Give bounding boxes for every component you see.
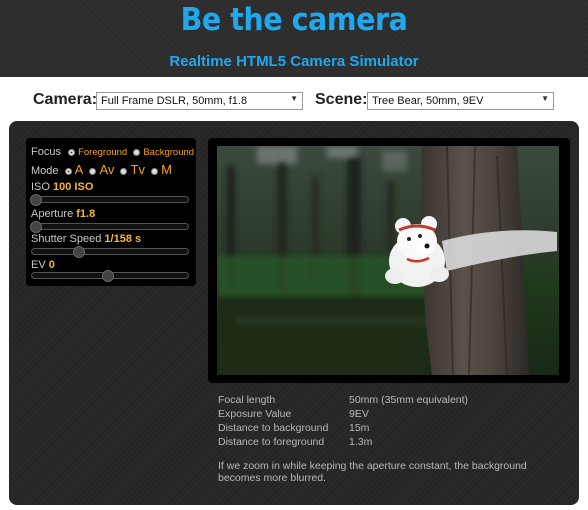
- camera-label: Camera:: [33, 91, 98, 108]
- focus-row: Focus Foreground Background: [31, 146, 194, 158]
- ev-slider[interactable]: [31, 270, 189, 282]
- scene-select[interactable]: Tree Bear, 50mm, 9EV ▼: [367, 92, 554, 110]
- info-key: Distance to foreground: [218, 436, 325, 448]
- selectors-bar: Camera: Full Frame DSLR, 50mm, f1.8 ▼ Sc…: [0, 90, 588, 114]
- iso-row: ISO 100 ISO: [31, 181, 93, 193]
- focus-foreground-label[interactable]: Foreground: [78, 147, 127, 158]
- mode-label: Mode: [31, 165, 59, 177]
- mode-a-radio[interactable]: [64, 167, 72, 175]
- aperture-value: f1.8: [76, 208, 96, 220]
- mode-m-label[interactable]: M: [161, 162, 172, 177]
- mode-av-label[interactable]: Av: [99, 162, 114, 177]
- shutter-label: Shutter Speed: [31, 233, 102, 245]
- mode-av-radio[interactable]: [89, 167, 97, 175]
- mode-row: Mode A Av Tv M: [31, 162, 172, 177]
- ev-value: 0: [48, 259, 55, 271]
- info-value: 15m: [349, 422, 370, 434]
- chevron-down-icon: ▼: [541, 94, 549, 103]
- controls-box: Focus Foreground Background Mode A Av Tv…: [26, 138, 196, 286]
- shutter-slider[interactable]: [31, 246, 189, 258]
- aperture-label: Aperture: [31, 208, 74, 220]
- info-value: 9EV: [349, 408, 369, 420]
- ev-slider-thumb[interactable]: [102, 270, 114, 282]
- aperture-slider[interactable]: [30, 221, 189, 233]
- mode-tv-label[interactable]: Tv: [131, 162, 145, 177]
- scene-note: If we zoom in while keeping the aperture…: [218, 460, 527, 484]
- focus-background-label[interactable]: Background: [143, 147, 194, 158]
- camera-select[interactable]: Full Frame DSLR, 50mm, f1.8 ▼: [96, 92, 303, 110]
- iso-slider[interactable]: [30, 194, 189, 206]
- mode-tv-radio[interactable]: [120, 167, 128, 175]
- iso-value: 100 ISO: [53, 181, 94, 193]
- info-key: Focal length: [218, 394, 276, 406]
- site-subtitle: Realtime HTML5 Camera Simulator: [169, 53, 419, 70]
- iso-slider-thumb[interactable]: [30, 194, 42, 206]
- info-key: Distance to background: [218, 422, 329, 434]
- mode-a-label[interactable]: A: [75, 162, 84, 177]
- simulated-photo: [217, 146, 559, 375]
- iso-label: ISO: [31, 181, 50, 193]
- site-title: Be the camera: [180, 2, 408, 38]
- photo-scene-image: [217, 146, 559, 375]
- scene-label: Scene:: [315, 91, 368, 108]
- mode-m-radio[interactable]: [151, 167, 159, 175]
- aperture-slider-thumb[interactable]: [30, 221, 42, 233]
- aperture-row: Aperture f1.8: [31, 208, 95, 220]
- chevron-down-icon: ▼: [290, 94, 298, 103]
- focus-label: Focus: [31, 146, 61, 158]
- scene-select-value: Tree Bear, 50mm, 9EV: [372, 95, 484, 107]
- info-value: 1.3m: [349, 436, 373, 448]
- shutter-slider-thumb[interactable]: [73, 246, 85, 258]
- ev-label: EV: [31, 259, 46, 271]
- info-key: Exposure Value: [218, 408, 292, 420]
- header: Be the camera Realtime HTML5 Camera Simu…: [0, 0, 588, 77]
- focus-background-radio[interactable]: [133, 148, 141, 156]
- shutter-value: 1/158 s: [104, 233, 142, 245]
- info-value: 50mm (35mm equivalent): [349, 394, 469, 406]
- camera-select-value: Full Frame DSLR, 50mm, f1.8: [101, 95, 248, 107]
- focus-foreground-radio[interactable]: [68, 148, 76, 156]
- shutter-row: Shutter Speed 1/158 s: [31, 233, 141, 245]
- ev-row: EV 0: [31, 259, 55, 271]
